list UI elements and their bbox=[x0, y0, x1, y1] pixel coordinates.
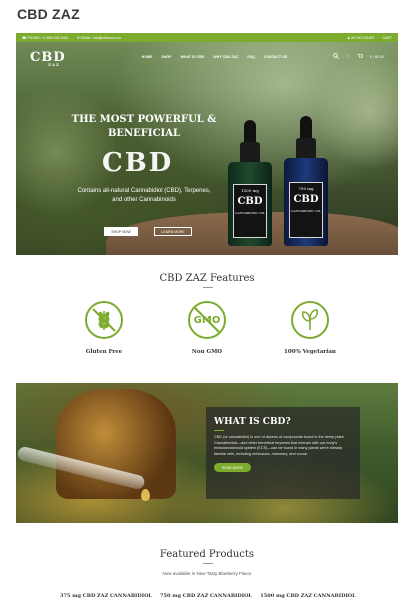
nav-faq[interactable]: FAQ bbox=[247, 55, 254, 59]
learn-more-button[interactable]: LEARN MORE bbox=[154, 227, 192, 236]
dropper-bulb bbox=[244, 120, 256, 144]
leaf-icon bbox=[291, 301, 329, 339]
nav-why-cbd-zaz[interactable]: WHY CBD ZAZ bbox=[213, 55, 238, 59]
nav-home[interactable]: HOME bbox=[142, 55, 153, 59]
hero-logo: CBD bbox=[102, 148, 174, 178]
nav-what-is-cbd[interactable]: WHAT IS CBD bbox=[181, 55, 205, 59]
cbd-description: CBD (or cannabidiol) is one of dozens of… bbox=[214, 435, 345, 456]
feature-non-gmo: GMO Non GMO bbox=[177, 301, 237, 355]
hero-banner: CBD ZAZ HOME SHOP WHAT IS CBD WHY CBD ZA… bbox=[16, 42, 398, 255]
gmo-crossed-icon: GMO bbox=[188, 301, 226, 339]
nav-shop[interactable]: SHOP bbox=[161, 55, 171, 59]
product-item[interactable]: 750 mg CBD ZAZ CANNABIDIOL bbox=[156, 593, 256, 599]
cart-summary[interactable]: 0 / $0.00 bbox=[370, 55, 384, 59]
cart-link[interactable]: CART bbox=[383, 36, 392, 40]
top-bar: ☎ PHONE: +1-800-000-0421 ✉ EMAIL: info@c… bbox=[16, 33, 398, 42]
what-is-cbd-section: WHAT IS CBD? CBD (or cannabidiol) is one… bbox=[16, 383, 398, 523]
feature-label: Non GMO bbox=[191, 349, 223, 355]
cart-icon[interactable] bbox=[357, 53, 364, 61]
read-more-button[interactable]: READ MORE bbox=[214, 463, 251, 472]
nav-contact-us[interactable]: CONTACT US bbox=[264, 55, 287, 59]
product-item[interactable]: 1500 mg CBD ZAZ CANNABIDIOL bbox=[258, 593, 358, 599]
feature-vegetarian: 100% Vegetarian bbox=[280, 301, 340, 355]
site-logo[interactable]: CBD ZAZ bbox=[30, 50, 66, 67]
features-title: CBD ZAZ Features bbox=[159, 273, 255, 284]
wheat-crossed-icon bbox=[85, 301, 123, 339]
dropper-neck bbox=[240, 142, 260, 164]
wishlist-icon[interactable]: ♡ bbox=[346, 54, 350, 60]
my-account-link[interactable]: ♟ MY ACCOUNT bbox=[347, 36, 374, 40]
main-nav: CBD ZAZ HOME SHOP WHAT IS CBD WHY CBD ZA… bbox=[16, 42, 398, 72]
feature-gluten-free: Gluten Free bbox=[74, 301, 134, 355]
dropper-neck bbox=[296, 138, 316, 160]
website-screenshot: ☎ PHONE: +1-800-000-0421 ✉ EMAIL: info@c… bbox=[16, 33, 398, 603]
product-item[interactable]: 375 mg CBD ZAZ CANNABIDIOL bbox=[56, 593, 156, 599]
oil-drop bbox=[141, 489, 150, 501]
feature-label: Gluten Free bbox=[85, 349, 123, 355]
divider bbox=[203, 563, 213, 564]
featured-products-title: Featured Products bbox=[159, 549, 255, 560]
nav-menu: HOME SHOP WHAT IS CBD WHY CBD ZAZ FAQ CO… bbox=[142, 55, 287, 59]
page-heading: CBD ZAZ bbox=[17, 6, 80, 22]
divider bbox=[203, 287, 213, 288]
email-link[interactable]: ✉ EMAIL: info@cbdzaz.com bbox=[77, 36, 121, 40]
feature-label: 100% Vegetarian bbox=[284, 349, 336, 355]
divider bbox=[214, 430, 224, 431]
phone-link[interactable]: ☎ PHONE: +1-800-000-0421 bbox=[22, 36, 69, 40]
bottle-label: 750 mg CBD CANNABIDIOL OIL bbox=[289, 182, 323, 238]
featured-products-subtitle: Now available in New Tasty Blueberry Fla… bbox=[162, 571, 252, 576]
shop-now-button[interactable]: SHOP NOW bbox=[104, 227, 138, 236]
hero-title: THE MOST POWERFUL & BENEFICIAL bbox=[71, 114, 217, 139]
search-icon[interactable] bbox=[332, 53, 339, 61]
cbd-info-box: WHAT IS CBD? CBD (or cannabidiol) is one… bbox=[206, 407, 360, 499]
cbd-title: WHAT IS CBD? bbox=[214, 417, 291, 427]
hero-subtitle: Contains all-natural Cannabidiol (CBD), … bbox=[77, 188, 211, 203]
bottle-label: 1500 mg CBD CANNABIDIOL OIL bbox=[233, 184, 267, 238]
dropper-bulb bbox=[300, 116, 312, 140]
